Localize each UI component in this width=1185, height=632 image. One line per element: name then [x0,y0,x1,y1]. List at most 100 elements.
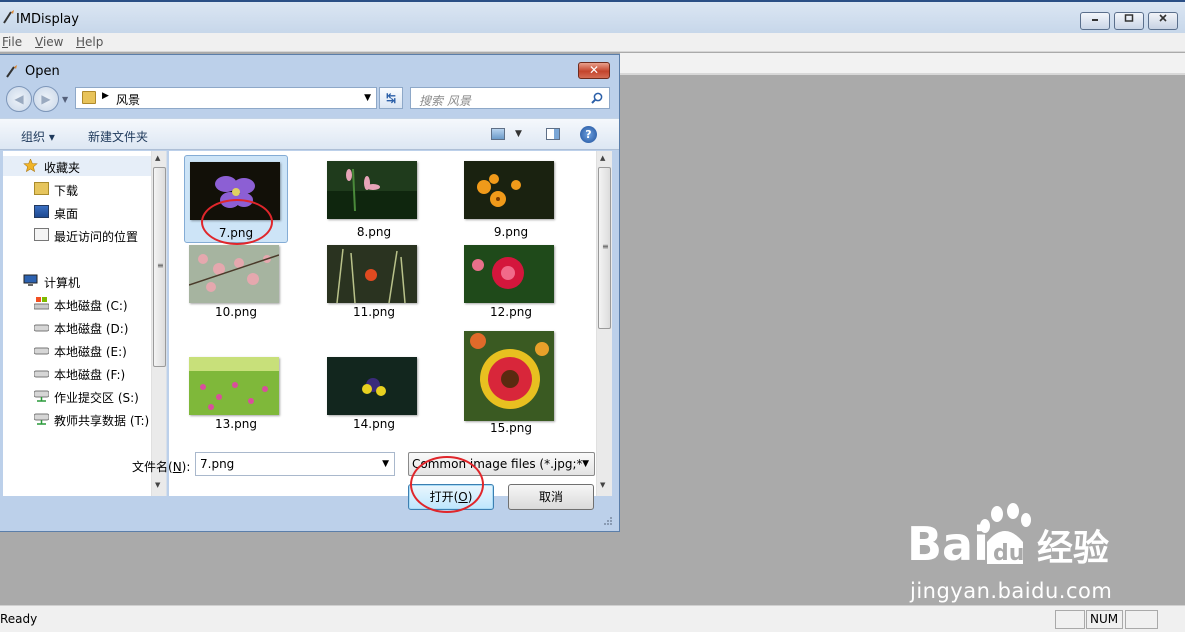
dialog-close-button[interactable]: ✕ [578,62,610,79]
downloads-folder-icon [34,182,49,195]
recent-locations-dropdown[interactable]: ▼ [62,95,68,104]
thumbnail-blossoms [189,245,279,303]
file-tile-11[interactable]: 11.png [322,239,426,327]
file-name-14: 14.png [353,417,395,431]
statusbar: Ready NUM [0,605,1185,632]
menu-view[interactable]: View [35,35,63,49]
status-pane-empty [1055,610,1085,629]
menu-view-accel: V [35,35,43,49]
minimize-button[interactable] [1080,12,1110,30]
nav-drive-e[interactable]: 本地磁盘 (E:) [3,340,153,360]
file-scroll-thumb[interactable]: ≡ [598,167,611,329]
system-drive-icon [34,297,49,310]
cancel-button[interactable]: 取消 [508,484,594,510]
nav-favorites[interactable]: 收藏夹 [3,156,153,176]
organize-menu[interactable]: 组织 ▾ [21,128,55,145]
nav-drive-t-label: 教师共享数据 (T:) [54,414,150,428]
file-scrollbar[interactable]: ▲ ≡ ▼ [596,151,612,496]
app-titlebar: IMDisplay [0,0,1185,33]
change-view-icon[interactable] [491,128,505,140]
address-bar[interactable]: ▶ 风景 ▼ [75,87,377,109]
nav-drive-s[interactable]: 作业提交区 (S:) [3,386,153,406]
refresh-icon: ↹ [385,91,397,105]
dialog-close-icon: ✕ [588,63,600,77]
forward-button[interactable]: ▶ [33,86,59,112]
nav-drive-c-label: 本地磁盘 (C:) [54,299,128,313]
breadcrumb-chevron-icon[interactable]: ▶ [102,91,109,101]
app-icon [3,10,14,24]
view-options-dropdown[interactable]: ▼ [515,129,522,139]
nav-drive-f[interactable]: 本地磁盘 (F:) [3,363,153,383]
thumbnail-pansies [327,357,417,415]
scroll-up-icon[interactable]: ▲ [155,154,160,162]
menubar: File View Help [0,33,1185,52]
drive-icon [34,324,49,332]
filename-label: 文件名(N): [132,458,190,475]
status-pane-scrl [1125,610,1158,629]
file-tile-8[interactable]: 8.png [322,155,426,243]
minimize-icon [1092,19,1098,21]
resize-grip-icon[interactable] [603,516,613,526]
close-button[interactable] [1148,12,1178,30]
watermark-url: jingyan.baidu.com [910,579,1113,603]
nav-drive-s-label: 作业提交区 (S:) [54,391,139,405]
network-drive-icon [34,390,49,402]
dialog-app-icon [6,65,17,78]
status-ready: Ready [0,612,38,626]
search-placeholder: 搜索 风景 [419,94,471,108]
new-folder-button[interactable]: 新建文件夹 [88,128,148,145]
star-icon [23,159,38,172]
file-tile-9[interactable]: 9.png [459,155,563,243]
scroll-down-icon[interactable]: ▼ [600,481,605,489]
file-tile-12[interactable]: 12.png [459,239,563,327]
back-button[interactable]: ◀ [6,86,32,112]
filename-label-suffix: ): [181,460,191,474]
thumbnail-red-rose [464,245,554,303]
nav-computer[interactable]: 计算机 [3,271,153,291]
drive-icon [34,347,49,355]
nav-drive-c[interactable]: 本地磁盘 (C:) [3,294,153,314]
nav-drive-d-label: 本地磁盘 (D:) [54,322,129,336]
menu-file[interactable]: File [2,35,22,49]
menu-file-rest: ile [8,35,23,49]
file-tile-14[interactable]: 14.png [322,351,426,439]
maximize-button[interactable] [1114,12,1144,30]
breadcrumb-folder[interactable]: 风景 [116,91,140,108]
nav-recent-places-label: 最近访问的位置 [54,230,139,244]
address-dropdown-icon[interactable]: ▼ [364,93,371,103]
menu-help[interactable]: Help [76,35,103,49]
thumbnail-red-flower-grass [327,245,417,303]
nav-computer-label: 计算机 [44,276,81,290]
nav-drive-d[interactable]: 本地磁盘 (D:) [3,317,153,337]
desktop-icon [34,205,49,218]
nav-recent-places[interactable]: 最近访问的位置 [3,225,153,245]
nav-drive-t[interactable]: 教师共享数据 (T:) [3,409,153,429]
refresh-button[interactable]: ↹ [379,87,403,109]
search-icon[interactable] [591,92,603,104]
scroll-down-icon[interactable]: ▼ [155,481,160,489]
nav-desktop[interactable]: 桌面 [3,202,153,222]
filetype-dropdown-icon[interactable]: ▼ [582,453,589,475]
filename-dropdown-icon[interactable]: ▼ [382,453,389,475]
filename-label-accel: N [172,460,182,474]
file-name-11: 11.png [353,305,395,319]
nav-downloads[interactable]: 下载 [3,179,153,199]
scroll-up-icon[interactable]: ▲ [600,154,605,162]
file-tile-10[interactable]: 10.png [184,239,288,327]
nav-scrollbar[interactable]: ▲ ≡ ▼ [151,151,166,496]
computer-icon [23,274,38,286]
preview-pane-icon[interactable] [546,128,560,140]
menu-help-accel: H [76,35,86,49]
file-tile-13[interactable]: 13.png [184,351,288,439]
filename-input[interactable]: 7.png ▼ [195,452,395,476]
search-box[interactable]: 搜索 风景 [410,87,610,109]
help-icon[interactable]: ? [580,126,597,143]
annotation-circle-open-button [410,456,484,513]
filename-label-prefix: 文件名( [132,460,173,474]
nav-drive-f-label: 本地磁盘 (F:) [54,368,126,382]
recent-places-icon [34,228,49,241]
file-tile-15[interactable]: 15.png [459,325,563,439]
folder-icon [82,91,96,104]
nav-scroll-thumb[interactable]: ≡ [153,167,166,367]
grip-icon: ≡ [602,242,609,251]
